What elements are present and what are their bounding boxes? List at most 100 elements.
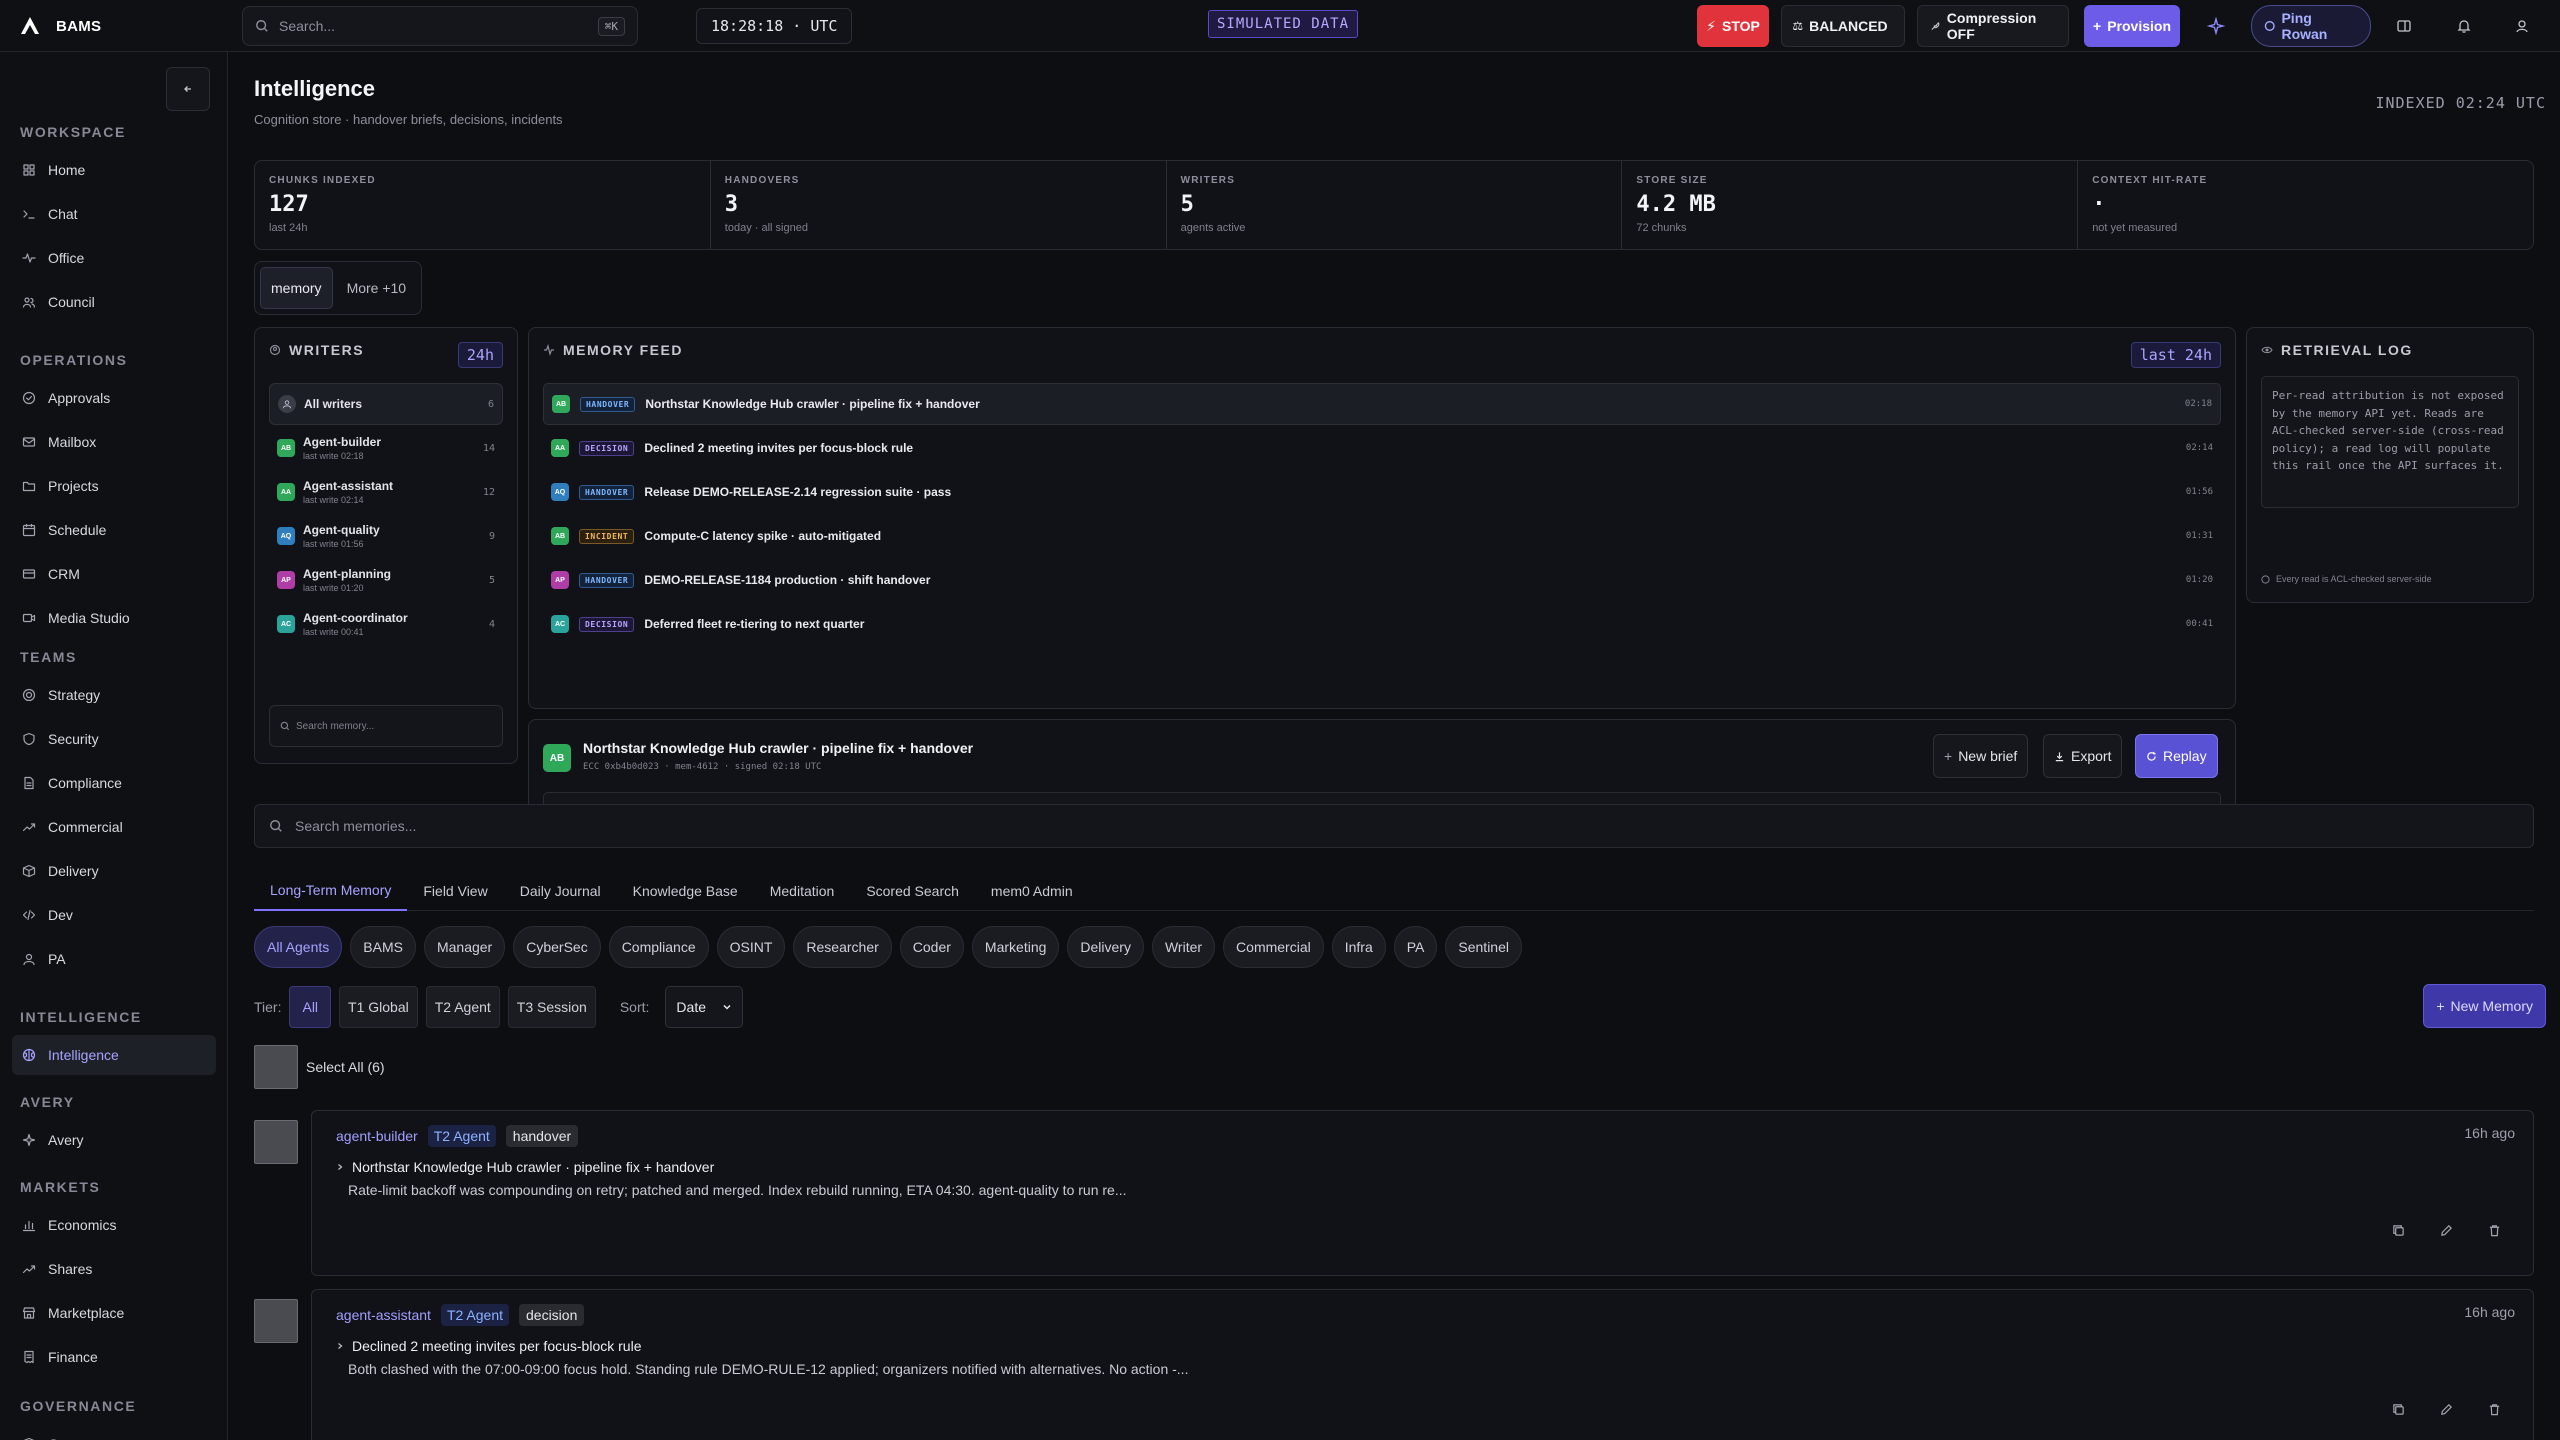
new-memory-button[interactable]: + New Memory: [2423, 984, 2546, 1028]
writer-item-agent-coordinator[interactable]: AC Agent-coordinator last write 00:41 4: [269, 603, 503, 645]
notifications-button[interactable]: [2450, 12, 2478, 40]
brand[interactable]: BAMS: [18, 14, 101, 38]
tier-all[interactable]: All: [289, 986, 332, 1028]
panel-toggle-button[interactable]: [2390, 12, 2418, 40]
memory-card[interactable]: agent-assistant T2 Agent decision 16h ago De…: [311, 1289, 2534, 1440]
tier-t3-session[interactable]: T3 Session: [507, 986, 596, 1028]
sidebar-item-governance[interactable]: Governance: [12, 1424, 216, 1440]
sidebar-item-finance[interactable]: Finance: [12, 1337, 216, 1377]
agent-filter-infra[interactable]: Infra: [1331, 926, 1386, 968]
edit-button[interactable]: [2437, 1221, 2455, 1239]
sidebar-item-council[interactable]: Council: [12, 282, 216, 322]
memory-card[interactable]: agent-builder T2 Agent handover 16h ago Nort…: [311, 1110, 2534, 1276]
copy-button[interactable]: [2389, 1221, 2407, 1239]
new-brief-button[interactable]: + New brief: [1933, 734, 2029, 778]
agent-filter-coder[interactable]: Coder: [899, 926, 964, 968]
memory-agent-link[interactable]: agent-builder: [336, 1128, 418, 1144]
compression-toggle[interactable]: Compression OFF: [1917, 5, 2069, 47]
memory-agent-link[interactable]: agent-assistant: [336, 1307, 431, 1323]
memory-select-checkbox[interactable]: [254, 1120, 298, 1164]
writer-item-agent-assistant[interactable]: AA Agent-assistant last write 02:14 12: [269, 471, 503, 513]
tab-memory[interactable]: memory: [260, 267, 333, 309]
memory-title-toggle[interactable]: Northstar Knowledge Hub crawler · pipeli…: [336, 1159, 714, 1175]
sidebar-item-approvals[interactable]: Approvals: [12, 378, 216, 418]
feed-item[interactable]: AB HANDOVER Northstar Knowledge Hub crawle…: [543, 383, 2221, 425]
feed-item[interactable]: AQ HANDOVER Release DEMO-RELEASE-2.14 regr…: [543, 471, 2221, 513]
sidebar-item-projects[interactable]: Projects: [12, 466, 216, 506]
agent-filter-all-agents[interactable]: All Agents: [254, 926, 343, 968]
agent-filter-writer[interactable]: Writer: [1151, 926, 1216, 968]
provision-button[interactable]: + Provision: [2084, 5, 2180, 47]
feed-item[interactable]: AP HANDOVER DEMO-RELEASE-1184 production ·…: [543, 559, 2221, 601]
tab-long-term-memory[interactable]: Long-Term Memory: [254, 871, 408, 911]
delete-button[interactable]: [2485, 1400, 2503, 1418]
tier-t2-agent[interactable]: T2 Agent: [425, 986, 500, 1028]
sidebar-item-compliance[interactable]: Compliance: [12, 763, 216, 803]
collapse-sidebar-button[interactable]: [166, 67, 210, 111]
sidebar-item-shares[interactable]: Shares: [12, 1249, 216, 1289]
agent-filter-commercial[interactable]: Commercial: [1223, 926, 1324, 968]
feed-item[interactable]: AB INCIDENT Compute-C latency spike · auto…: [543, 515, 2221, 557]
stop-button[interactable]: ⚡ STOP: [1697, 5, 1769, 47]
tab-field-view[interactable]: Field View: [407, 871, 503, 911]
sidebar-item-mailbox[interactable]: Mailbox: [12, 422, 216, 462]
memory-select-checkbox[interactable]: [254, 1299, 298, 1343]
sort-select[interactable]: Date: [665, 986, 743, 1028]
agent-filter-cybersec[interactable]: CyberSec: [513, 926, 601, 968]
sidebar-item-chat[interactable]: Chat: [12, 194, 216, 234]
agent-filter-osint[interactable]: OSINT: [716, 926, 786, 968]
agent-filter-bams[interactable]: BAMS: [350, 926, 416, 968]
writer-item-agent-planning[interactable]: AP Agent-planning last write 01:20 5: [269, 559, 503, 601]
feed-item[interactable]: AC DECISION Deferred fleet re-tiering to n…: [543, 603, 2221, 645]
sidebar-item-crm[interactable]: CRM: [12, 554, 216, 594]
sparkle-button[interactable]: [2196, 5, 2236, 47]
sidebar-item-schedule[interactable]: Schedule: [12, 510, 216, 550]
sidebar-item-label: Strategy: [48, 687, 101, 703]
writer-search-input[interactable]: Search memory...: [269, 705, 503, 747]
sidebar-item-media-studio[interactable]: Media Studio: [12, 598, 216, 638]
sidebar-item-pa[interactable]: PA: [12, 939, 216, 979]
ping-rowan-button[interactable]: Ping Rowan: [2251, 5, 2371, 47]
agent-filter-researcher[interactable]: Researcher: [793, 926, 892, 968]
mode-dropdown[interactable]: ⚖ BALANCED: [1781, 5, 1905, 47]
sidebar-item-economics[interactable]: Economics: [12, 1205, 216, 1245]
tab-scored-search[interactable]: Scored Search: [850, 871, 975, 911]
delete-button[interactable]: [2485, 1221, 2503, 1239]
sidebar-item-office[interactable]: Office: [12, 238, 216, 278]
sidebar-item-commercial[interactable]: Commercial: [12, 807, 216, 847]
sidebar-item-delivery[interactable]: Delivery: [12, 851, 216, 891]
tab-knowledge-base[interactable]: Knowledge Base: [617, 871, 754, 911]
sidebar-item-strategy[interactable]: Strategy: [12, 675, 216, 715]
agent-filter-pa[interactable]: PA: [1393, 926, 1438, 968]
global-search-placeholder: Search...: [279, 18, 336, 34]
agent-filter-compliance[interactable]: Compliance: [608, 926, 709, 968]
tab-more[interactable]: More +10: [337, 267, 417, 309]
sidebar-item-intelligence[interactable]: Intelligence: [12, 1035, 216, 1075]
sidebar-item-marketplace[interactable]: Marketplace: [12, 1293, 216, 1333]
select-all-checkbox[interactable]: [254, 1045, 298, 1089]
global-search-input[interactable]: Search... ⌘K: [242, 6, 638, 46]
feed-item[interactable]: AA DECISION Declined 2 meeting invites per…: [543, 427, 2221, 469]
writer-item-all-writers[interactable]: All writers 6: [269, 383, 503, 425]
agent-filter-sentinel[interactable]: Sentinel: [1445, 926, 1522, 968]
writer-item-agent-builder[interactable]: AB Agent-builder last write 02:18 14: [269, 427, 503, 469]
memory-title-toggle[interactable]: Declined 2 meeting invites per focus-blo…: [336, 1338, 641, 1354]
tab-meditation[interactable]: Meditation: [754, 871, 851, 911]
sidebar-item-security[interactable]: Security: [12, 719, 216, 759]
tab-daily-journal[interactable]: Daily Journal: [504, 871, 617, 911]
copy-button[interactable]: [2389, 1400, 2407, 1418]
edit-button[interactable]: [2437, 1400, 2455, 1418]
export-button[interactable]: Export: [2043, 734, 2123, 778]
sidebar-item-home[interactable]: Home: [12, 150, 216, 190]
agent-filter-marketing[interactable]: Marketing: [971, 926, 1060, 968]
agent-filter-delivery[interactable]: Delivery: [1067, 926, 1144, 968]
tier-t1-global[interactable]: T1 Global: [339, 986, 418, 1028]
memory-search-input[interactable]: Search memories...: [254, 804, 2534, 848]
sidebar-item-avery[interactable]: Avery: [12, 1120, 216, 1160]
agent-filter-manager[interactable]: Manager: [423, 926, 506, 968]
replay-button[interactable]: Replay: [2135, 734, 2218, 778]
account-button[interactable]: [2508, 12, 2536, 40]
sidebar-item-dev[interactable]: Dev: [12, 895, 216, 935]
writer-item-agent-quality[interactable]: AQ Agent-quality last write 01:56 9: [269, 515, 503, 557]
tab-mem0-admin[interactable]: mem0 Admin: [975, 871, 1089, 911]
